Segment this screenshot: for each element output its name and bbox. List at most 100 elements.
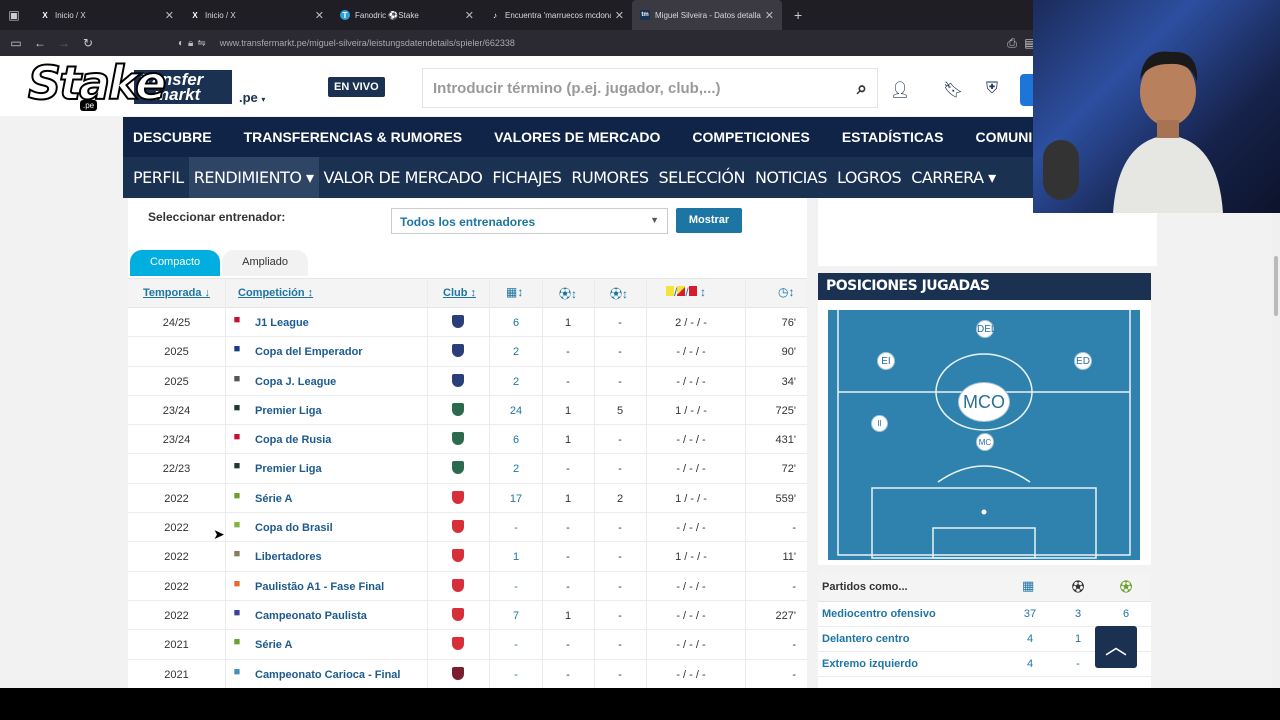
competition-link[interactable]: Série A <box>255 639 293 651</box>
domain-selector[interactable]: .pe ▾ <box>239 90 265 105</box>
competition-link[interactable]: Premier Liga <box>255 463 322 475</box>
competition-logo-icon[interactable]: ■ <box>230 490 244 505</box>
scrollbar-thumb[interactable] <box>1274 256 1278 316</box>
header-club[interactable]: Club ↕ <box>443 287 476 299</box>
club-crest-icon[interactable] <box>452 578 464 592</box>
position-name[interactable]: Extremo izquierdo <box>822 658 918 670</box>
club-crest-icon[interactable] <box>452 402 464 416</box>
appearances-cell[interactable]: 2 <box>498 376 534 388</box>
competition-logo-icon[interactable]: ■ <box>230 314 244 329</box>
browser-tab[interactable]: X Inicio / X ✕ <box>32 0 182 30</box>
live-badge[interactable]: EN VIVO <box>328 77 385 97</box>
search-icon[interactable]: ⌕ <box>857 78 867 99</box>
sidebar-toggle-icon[interactable]: ▭ <box>4 36 28 50</box>
club-crest-icon[interactable] <box>452 520 464 534</box>
appearances-cell[interactable]: 2 <box>498 346 534 358</box>
club-crest-icon[interactable] <box>452 637 464 651</box>
tab-wide[interactable]: Ampliado <box>222 250 308 276</box>
login-button[interactable] <box>1020 74 1034 106</box>
subnav-profile[interactable]: PERFIL <box>128 157 189 198</box>
appearances-cell[interactable]: 2 <box>498 463 534 475</box>
club-crest-icon[interactable] <box>452 490 464 504</box>
competition-link[interactable]: Libertadores <box>255 551 322 563</box>
competition-link[interactable]: Campeonato Paulista <box>255 610 367 622</box>
nav-statistics[interactable]: ESTADÍSTICAS <box>842 129 944 145</box>
competition-link[interactable]: Copa do Brasil <box>255 522 333 534</box>
forward-icon[interactable]: → <box>52 36 76 50</box>
competition-link[interactable]: Paulistão A1 - Fase Final <box>255 581 384 593</box>
subnav-performance[interactable]: RENDIMIENTO ▾ <box>188 157 319 198</box>
browser-tab[interactable]: ♪ Encuentra 'marruecos mcdonal ✕ <box>482 0 632 30</box>
window-menu-icon[interactable]: ▣ <box>0 0 28 30</box>
competition-logo-icon[interactable]: ■ <box>230 666 244 681</box>
competition-link[interactable]: Copa de Rusia <box>255 434 331 446</box>
appearances-cell[interactable]: 7 <box>498 610 534 622</box>
competition-link[interactable]: Copa J. League <box>255 376 336 388</box>
show-button[interactable]: Mostrar <box>676 208 742 233</box>
appearances-cell[interactable]: - <box>498 669 534 681</box>
close-tab-icon[interactable]: ✕ <box>465 9 474 22</box>
nav-market-values[interactable]: VALORES DE MERCADO <box>494 129 660 145</box>
appearances-cell[interactable]: 24 <box>498 405 534 417</box>
position-name[interactable]: Mediocentro ofensivo <box>822 608 936 620</box>
competition-logo-icon[interactable]: ■ <box>230 402 244 417</box>
club-crest-icon[interactable] <box>452 373 464 387</box>
competition-logo-icon[interactable]: ■ <box>230 636 244 651</box>
nav-transfers[interactable]: TRANSFERENCIAS & RUMORES <box>244 129 463 145</box>
competition-logo-icon[interactable]: ■ <box>230 519 244 534</box>
competition-link[interactable]: J1 League <box>255 317 309 329</box>
url-field[interactable]: ◐🔒︎⇋ www.transfermarkt.pe/miguel-silveir… <box>178 34 1028 52</box>
shield-plus-icon[interactable]: ⛨ <box>986 80 998 98</box>
club-crest-icon[interactable] <box>452 549 464 563</box>
subnav-national-team[interactable]: SELECCIÓN <box>654 157 750 198</box>
club-crest-icon[interactable] <box>452 461 464 475</box>
club-crest-icon[interactable] <box>452 315 464 328</box>
user-search-icon[interactable]: 👤︎ <box>890 80 910 100</box>
competition-logo-icon[interactable]: ■ <box>230 578 244 593</box>
bookmark-icon[interactable]: 🔖︎ <box>943 80 963 100</box>
close-tab-icon[interactable]: ✕ <box>615 9 624 22</box>
club-crest-icon[interactable] <box>452 666 464 680</box>
cards-icon[interactable]: / / ↕ <box>666 285 706 299</box>
club-crest-icon[interactable] <box>452 344 464 358</box>
competition-logo-icon[interactable]: ■ <box>230 431 244 446</box>
nav-competitions[interactable]: COMPETICIONES <box>692 129 809 145</box>
coach-select[interactable]: Todos los entrenadores ▼ <box>391 208 668 234</box>
assists-icon[interactable]: ⚽︎↕ <box>610 285 628 302</box>
appearances-cell[interactable]: - <box>498 581 534 593</box>
subnav-rumours[interactable]: RUMORES <box>566 157 653 198</box>
competition-link[interactable]: Série A <box>255 493 293 505</box>
reload-icon[interactable]: ↻ <box>76 36 100 50</box>
subnav-achievements[interactable]: LOGROS <box>832 157 906 198</box>
competition-logo-icon[interactable]: ■ <box>230 548 244 563</box>
close-tab-icon[interactable]: ✕ <box>765 9 774 22</box>
subnav-career[interactable]: CARRERA ▾ <box>906 157 1001 198</box>
minutes-icon[interactable]: ◷↕ <box>778 285 794 299</box>
competition-logo-icon[interactable]: ■ <box>230 460 244 475</box>
appearances-cell[interactable]: 6 <box>498 317 534 329</box>
club-crest-icon[interactable] <box>452 432 464 446</box>
goals-icon[interactable]: ⚽︎↕ <box>559 285 577 302</box>
position-name[interactable]: Delantero centro <box>822 633 909 645</box>
subnav-market-value[interactable]: VALOR DE MERCADO <box>319 157 488 198</box>
close-tab-icon[interactable]: ✕ <box>165 9 174 22</box>
competition-link[interactable]: Premier Liga <box>255 405 322 417</box>
appearances-cell[interactable]: 1 <box>498 551 534 563</box>
search-input[interactable]: Introducir término (p.ej. jugador, club,… <box>422 68 878 108</box>
header-season[interactable]: Temporada ↓ <box>143 287 210 299</box>
appearances-cell[interactable]: 6 <box>498 434 534 446</box>
appearances-cell[interactable]: - <box>498 639 534 651</box>
appearances-cell[interactable]: - <box>498 522 534 534</box>
back-icon[interactable]: ← <box>28 36 52 50</box>
tab-compact[interactable]: Compacto <box>130 250 221 276</box>
club-crest-icon[interactable] <box>452 607 464 621</box>
competition-logo-icon[interactable]: ■ <box>230 373 244 388</box>
competition-logo-icon[interactable]: ■ <box>230 343 244 358</box>
subnav-news[interactable]: NOTICIAS <box>750 157 832 198</box>
competition-link[interactable]: Campeonato Carioca - Final <box>255 669 400 681</box>
close-tab-icon[interactable]: ✕ <box>315 9 324 22</box>
appearances-cell[interactable]: 17 <box>498 493 534 505</box>
scroll-to-top-button[interactable]: ︿ <box>1095 626 1137 668</box>
played-as-row[interactable]: Mediocentro ofensivo 37 3 6 <box>818 602 1151 627</box>
competition-link[interactable]: Copa del Emperador <box>255 346 363 358</box>
